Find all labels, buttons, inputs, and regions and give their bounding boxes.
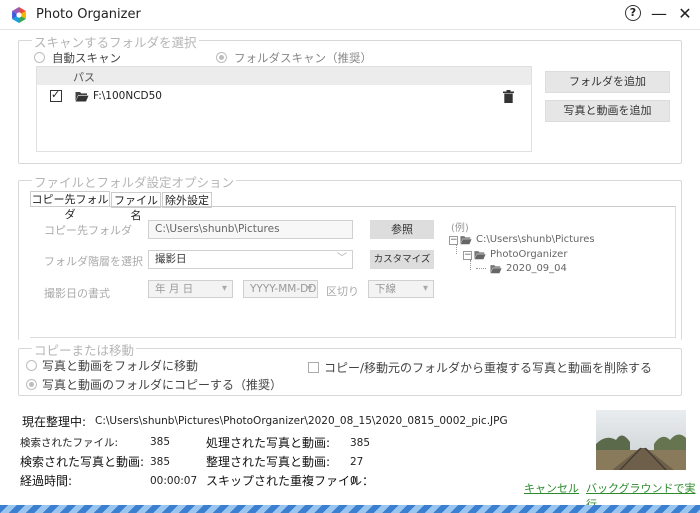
separator-label: 区切り [326,285,359,298]
tree-node-root: C:\Users\shunb\Pictures [476,234,595,245]
cancel-link[interactable]: キャンセル [524,480,579,496]
path-text: F:\100NCD50 [93,90,162,102]
delete-duplicates-label: コピー/移動元のフォルダから重複する写真と動画を削除する [324,361,653,375]
folder-scan-label: フォルダスキャン（推奨） [234,51,372,65]
tree-connector [456,244,457,254]
hierarchy-select[interactable]: 撮影日 ﹀ [148,250,353,269]
tree-node-app: PhotoOrganizer [490,249,568,260]
media-found-value: 385 [150,456,171,468]
tree-connector [476,268,486,269]
tree-collapse-toggle[interactable]: − [449,236,458,245]
destination-label: コピー先フォルダ [44,224,132,237]
customize-button[interactable]: カスタマイズ [370,250,434,269]
path-checkbox[interactable] [50,88,62,102]
destination-input[interactable]: C:\Users\shunb\Pictures [148,220,353,239]
skipped-value: 0 [350,475,357,487]
folder-open-icon [474,251,486,260]
window-title: Photo Organizer [36,7,141,22]
files-found-label: 検索されたファイル: [20,437,119,449]
options-group-title: ファイルとフォルダ設定オプション [32,172,237,191]
processed-label: 処理された写真と動画: [206,436,331,450]
example-label: (例) [451,219,469,234]
organized-label: 整理された写真と動画: [206,455,331,469]
tab-destination-folder[interactable]: コピー先フォルダ [30,191,110,221]
media-found-label: 検索された写真と動画: [20,455,145,469]
folder-scan-radio[interactable] [216,52,227,63]
date-format-label: 撮影日の書式 [44,287,110,300]
browse-button[interactable]: 参照 [370,220,434,239]
preview-thumbnail [596,410,686,470]
progress-stripe [0,505,700,513]
add-media-button[interactable]: 写真と動画を追加 [545,100,670,122]
elapsed-value: 00:00:07 [150,475,198,487]
list-item[interactable]: F:\100NCD50 [37,87,531,107]
processed-value: 385 [350,437,371,449]
move-radio[interactable] [26,360,37,371]
copy-radio[interactable] [26,379,37,390]
delete-duplicates-checkbox[interactable] [308,362,319,373]
date-order-select[interactable]: 年 月 日 ▾ [148,280,233,298]
folder-open-icon [490,265,502,274]
tree-collapse-toggle[interactable]: − [463,251,472,260]
minimize-button[interactable]: — [649,4,669,24]
elapsed-label: 経過時間: [20,474,73,488]
add-folder-button[interactable]: フォルダを追加 [545,71,670,93]
move-label: 写真と動画をフォルダに移動 [42,359,199,373]
close-button[interactable]: ✕ [675,4,695,24]
path-list-header: パス [37,67,531,85]
copy-label: 写真と動画のフォルダにコピーする（推奨） [42,378,283,392]
chevron-down-icon: ﹀ [337,253,347,264]
folder-open-icon [75,92,89,102]
auto-scan-label: 自動スキャン [52,51,121,65]
path-column-header: パス [73,71,95,84]
files-found-value: 385 [150,436,171,448]
chevron-down-icon: ▾ [221,283,227,294]
app-logo-icon [12,7,26,23]
current-label: 現在整理中: [22,415,87,429]
skipped-label: スキップされた重複ファイル： [206,474,375,488]
separator-value: 下線 [375,283,396,295]
chevron-down-icon: ▾ [306,283,312,294]
help-button[interactable]: ? [625,5,641,21]
tree-connector [470,260,471,270]
trash-icon[interactable] [503,90,514,103]
path-list: パス F:\100NCD50 [36,66,532,152]
organized-value: 27 [350,456,364,468]
tree-node-date: 2020_09_04 [506,263,567,274]
auto-scan-radio[interactable] [34,52,45,63]
separator-select[interactable]: 下線 ▾ [368,280,434,298]
date-order-value: 年 月 日 [155,283,194,295]
hierarchy-label: フォルダ階層を選択 [44,255,143,268]
chevron-down-icon: ▾ [422,283,428,294]
folder-open-icon [460,236,472,245]
scan-group-title: スキャンするフォルダを選択 [32,32,199,51]
current-path: C:\Users\shunb\Pictures\PhotoOrganizer\2… [95,415,508,427]
hierarchy-select-value: 撮影日 [155,253,187,265]
date-pattern-select[interactable]: YYYY-MM-DD ▾ [243,280,318,298]
